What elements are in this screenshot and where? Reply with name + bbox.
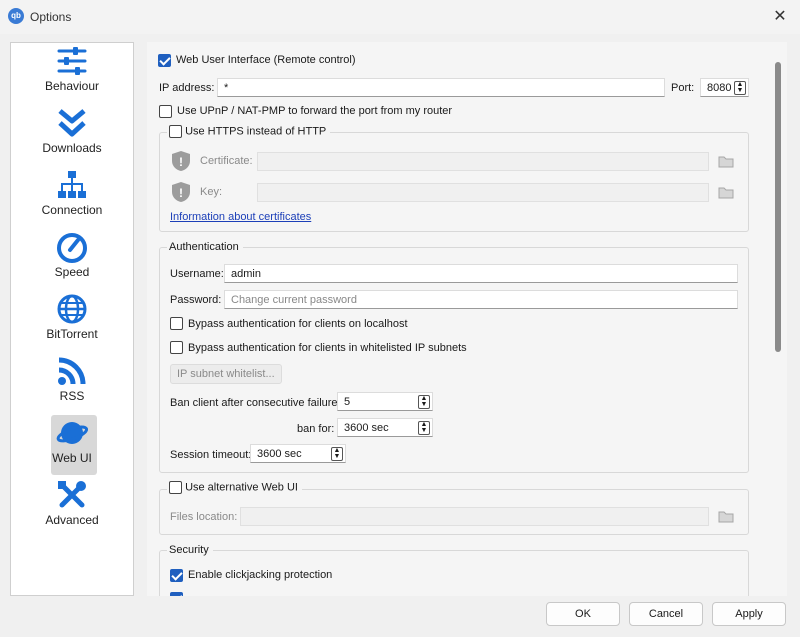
port-label: Port: [671,82,695,94]
bypass-whitelist-checkbox[interactable] [170,341,183,354]
rss-icon [58,357,86,385]
sidebar-item-label: Advanced [45,513,99,527]
clickjacking-checkbox[interactable] [170,569,183,582]
shield-warning-icon: ! [172,151,190,171]
username-label: Username: [170,268,224,280]
port-value: 8080 [707,82,732,94]
sidebar-item-connection[interactable]: Connection [11,167,133,227]
sidebar-item-web-ui[interactable]: Web UI [11,415,133,475]
security-group-title: Security [167,544,213,556]
key-label: Key: [200,186,223,198]
title-bar: qb Options ✕ [0,0,800,34]
apply-button[interactable]: Apply [712,602,786,626]
shield-warning-icon: ! [172,182,190,202]
cancel-button[interactable]: Cancel [629,602,703,626]
ban-for-label: ban for: [297,423,335,435]
username-input[interactable]: admin [224,264,738,283]
upnp-checkbox[interactable] [159,105,172,118]
network-icon [58,171,86,198]
alternative-web-ui-label: Use alternative Web UI [185,481,298,494]
spin-arrows-icon[interactable]: ▲ ▼ [734,81,746,95]
bypass-whitelist-label: Bypass authentication for clients in whi… [188,342,467,354]
sidebar-item-label: Speed [54,265,90,279]
ip-address-input[interactable]: * [217,78,665,97]
ip-subnet-whitelist-button[interactable]: IP subnet whitelist... [170,364,282,384]
sidebar-item-label: Behaviour [44,79,100,93]
https-label: Use HTTPS instead of HTTP [185,125,327,138]
ip-address-label: IP address: [159,82,215,94]
ban-failures-spinbox[interactable]: 5 ▲ ▼ [337,392,433,411]
sidebar-item-speed[interactable]: Speed [11,229,133,289]
vertical-scrollbar[interactable] [775,62,781,352]
ban-failures-value: 5 [344,396,351,408]
folder-icon[interactable] [715,152,737,171]
clickjacking-label: Enable clickjacking protection [188,569,333,581]
spin-arrows-icon[interactable]: ▲ ▼ [418,421,430,435]
folder-icon[interactable] [715,183,737,202]
sidebar-item-label: BitTorrent [46,327,98,341]
sliders-icon [57,47,87,75]
sidebar-item-behaviour[interactable]: Behaviour [11,43,133,103]
key-input[interactable] [257,183,709,202]
enable-web-ui-label: Web User Interface (Remote control) [176,54,356,66]
password-label: Password: [170,294,222,306]
certificate-input[interactable] [257,152,709,171]
folder-icon[interactable] [715,507,737,526]
certificate-info-link[interactable]: Information about certificates [170,211,311,223]
alternative-web-ui-title: Use alternative Web UI [167,481,302,494]
double-chevron-down-icon [58,109,86,137]
sidebar-item-label: Web UI [52,451,92,465]
port-spinbox[interactable]: 8080 ▲ ▼ [700,78,749,97]
close-icon[interactable]: ✕ [770,7,790,27]
sidebar-item-advanced[interactable]: Advanced [11,477,133,537]
authentication-group-title: Authentication [167,241,243,253]
ban-for-spinbox[interactable]: 3600 sec ▲ ▼ [337,418,433,437]
sidebar-item-rss[interactable]: RSS [11,353,133,413]
options-sidebar: Behaviour Downloads Connection Speed Bit… [10,42,134,596]
ban-failures-label: Ban client after consecutive failures: [170,397,347,409]
session-timeout-value: 3600 sec [257,448,302,460]
files-location-label: Files location: [170,511,238,523]
https-group-title: Use HTTPS instead of HTTP [167,125,331,138]
speedometer-icon [57,233,87,263]
upnp-label: Use UPnP / NAT-PMP to forward the port f… [177,105,453,117]
tools-icon [58,481,86,508]
session-timeout-spinbox[interactable]: 3600 sec ▲ ▼ [250,444,346,463]
alternative-web-ui-checkbox[interactable] [169,481,182,494]
ban-for-value: 3600 sec [344,422,389,434]
bypass-localhost-checkbox[interactable] [170,317,183,330]
files-location-input[interactable] [240,507,709,526]
bypass-localhost-label: Bypass authentication for clients on loc… [188,318,408,330]
enable-web-ui-checkbox[interactable] [158,54,171,67]
csrf-checkbox[interactable] [170,592,183,596]
globe-icon [57,294,87,324]
planet-icon [56,422,88,444]
window-title: Options [30,10,72,24]
spin-arrows-icon[interactable]: ▲ ▼ [418,395,430,409]
session-timeout-label: Session timeout: [170,449,252,461]
password-input[interactable]: Change current password [224,290,738,309]
web-ui-settings-panel: Web User Interface (Remote control) IP a… [147,42,787,596]
sidebar-item-label: Connection [41,203,103,217]
sidebar-item-downloads[interactable]: Downloads [11,105,133,165]
sidebar-item-label: RSS [59,389,85,403]
spin-arrows-icon[interactable]: ▲ ▼ [331,447,343,461]
svg-text:!: ! [179,186,183,200]
ok-button[interactable]: OK [546,602,620,626]
qbittorrent-app-icon: qb [8,8,24,24]
https-checkbox[interactable] [169,125,182,138]
sidebar-item-bittorrent[interactable]: BitTorrent [11,291,133,351]
certificate-label: Certificate: [200,155,253,167]
sidebar-item-label: Downloads [42,141,102,155]
svg-text:!: ! [179,155,183,169]
